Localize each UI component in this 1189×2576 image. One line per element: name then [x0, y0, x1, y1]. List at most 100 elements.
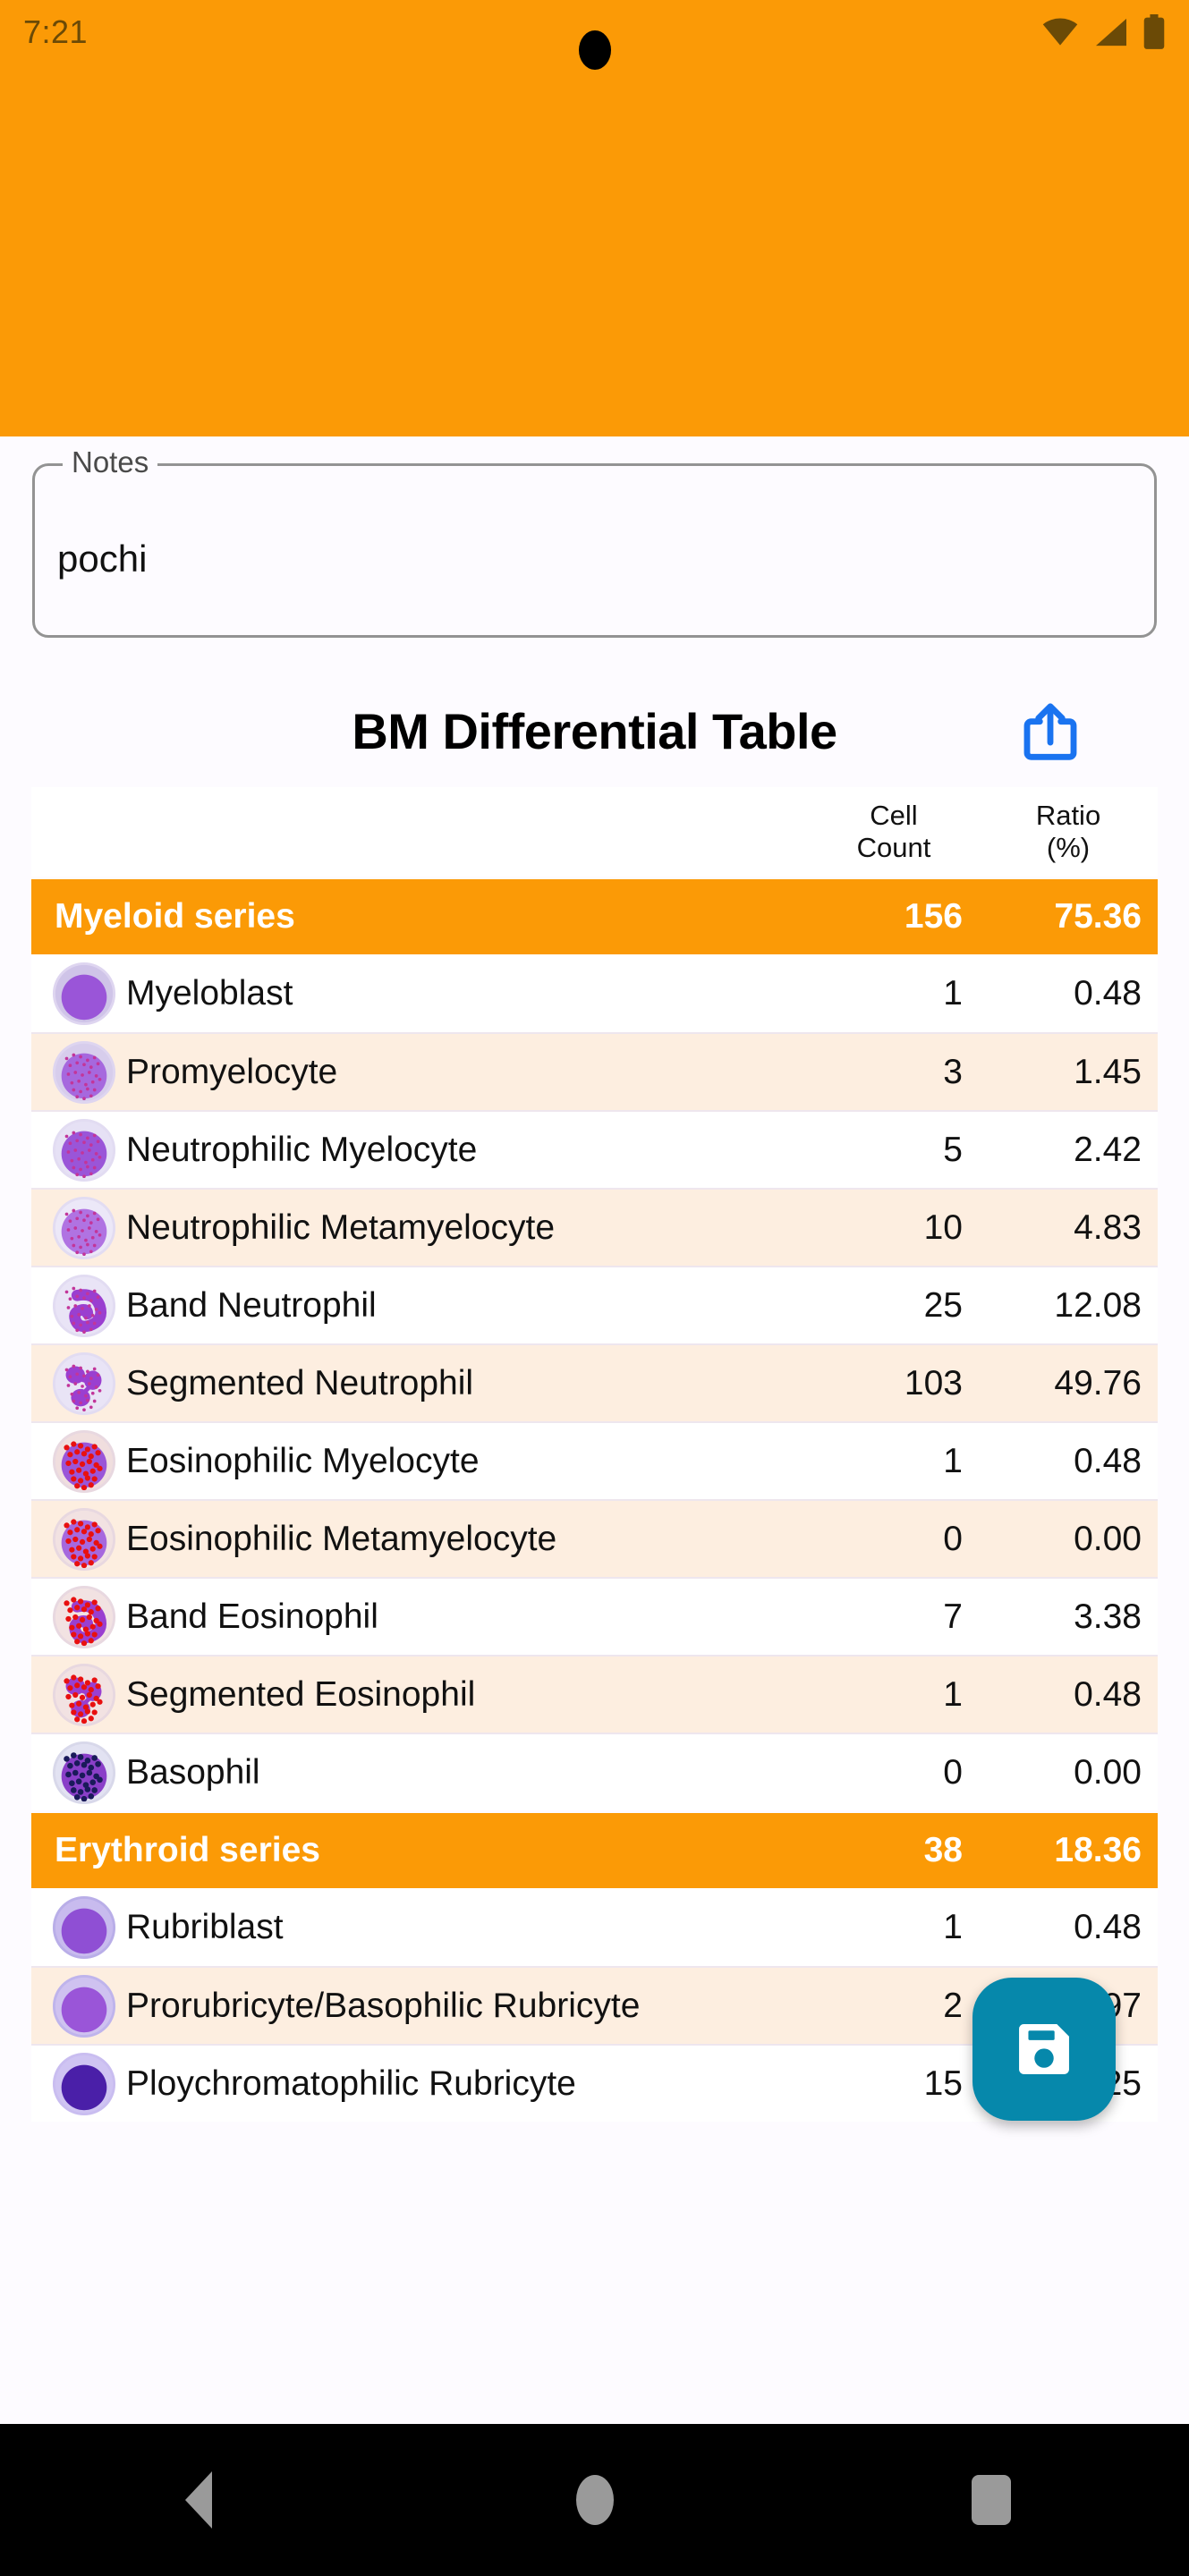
cell-myeloblast-icon — [51, 961, 117, 1027]
cell-name: Neutrophilic Myelocyte — [126, 1130, 478, 1169]
cell-count: 5 — [943, 1130, 963, 1169]
table-row[interactable]: Promyelocyte 3 1.45 — [31, 1032, 1158, 1110]
cell-count: 10 — [923, 1208, 963, 1247]
cell-name: Rubriblast — [126, 1907, 284, 1946]
cell-band-eosinophil-icon — [51, 1584, 117, 1650]
cell-count: 7 — [943, 1597, 963, 1636]
camera-punch-hole — [579, 30, 611, 70]
wifi-icon — [1042, 18, 1078, 46]
cell-segmented-neutrophil-icon — [51, 1351, 117, 1417]
group-ratio: 18.36 — [1054, 1831, 1142, 1869]
table-header-cell-count: Cell Count — [809, 800, 979, 864]
cell-ratio: 0.48 — [1074, 973, 1142, 1013]
cell-ratio: 2.42 — [1074, 1130, 1142, 1169]
group-cell-count: 156 — [904, 897, 963, 936]
cell-neutrophilic-myelocyte-icon — [51, 1117, 117, 1183]
group-cell-count: 38 — [923, 1831, 963, 1869]
header-count-line1: Cell — [870, 800, 918, 831]
table-header-ratio: Ratio (%) — [979, 800, 1158, 864]
table-row[interactable]: Segmented Neutrophil 103 49.76 — [31, 1343, 1158, 1421]
cell-count: 3 — [943, 1052, 963, 1091]
table-row[interactable]: Rubriblast 1 0.48 — [31, 1888, 1158, 1966]
table-row[interactable]: Band Eosinophil 7 3.38 — [31, 1577, 1158, 1655]
cell-name: Prorubricyte/Basophilic Rubricyte — [126, 1986, 641, 2025]
cell-count: 1 — [943, 1674, 963, 1714]
differential-table: Cell Count Ratio (%) Myeloid series 156 … — [31, 787, 1158, 2122]
share-upload-icon[interactable] — [1012, 694, 1089, 771]
cell-count: 15 — [923, 2063, 963, 2103]
cell-count: 1 — [943, 1441, 963, 1480]
table-title-row: BM Differential Table — [0, 680, 1189, 783]
table-row[interactable]: Myeloblast 1 0.48 — [31, 954, 1158, 1032]
cell-ratio: 49.76 — [1054, 1363, 1142, 1402]
table-header-row: Cell Count Ratio (%) — [31, 787, 1158, 877]
group-ratio: 75.36 — [1054, 897, 1142, 936]
table-row[interactable]: Basophil 0 0.00 — [31, 1733, 1158, 1810]
cell-ratio: 0.48 — [1074, 1674, 1142, 1714]
cellular-signal-icon — [1096, 18, 1126, 47]
group-name: Myeloid series — [55, 897, 295, 936]
cell-ratio: 0.00 — [1074, 1519, 1142, 1558]
back-triangle-icon — [184, 2471, 212, 2529]
cell-name: Segmented Neutrophil — [126, 1363, 474, 1402]
table-group-row: Myeloid series 156 75.36 — [31, 879, 1158, 954]
cell-name: Band Eosinophil — [126, 1597, 378, 1636]
table-row[interactable]: Band Neutrophil 25 12.08 — [31, 1266, 1158, 1343]
cell-name: Neutrophilic Metamyelocyte — [126, 1208, 556, 1247]
table-row[interactable]: Neutrophilic Metamyelocyte 10 4.83 — [31, 1188, 1158, 1266]
notes-label: Notes — [63, 445, 158, 480]
differential-table-scroll[interactable]: Cell Count Ratio (%) Myeloid series 156 … — [0, 787, 1189, 2576]
cell-segmented-eosinophil-icon — [51, 1662, 117, 1728]
cell-name: Promyelocyte — [126, 1052, 338, 1091]
header-ratio-line2: (%) — [1046, 832, 1091, 863]
cell-ratio: 0.48 — [1074, 1441, 1142, 1480]
cell-count: 103 — [904, 1363, 963, 1402]
cell-ratio: 1.45 — [1074, 1052, 1142, 1091]
cell-count: 2 — [943, 1986, 963, 2025]
cell-count: 1 — [943, 1907, 963, 1946]
cell-name: Band Neutrophil — [126, 1285, 377, 1325]
cell-name: Segmented Eosinophil — [126, 1674, 476, 1714]
save-floppy-icon — [1019, 2024, 1069, 2074]
header-count-line2: Count — [856, 832, 931, 863]
notes-input[interactable]: pochi — [57, 540, 147, 578]
cell-neutrophilic-metamyelocyte-icon — [51, 1195, 117, 1261]
nav-recents-button[interactable] — [911, 2424, 1072, 2576]
table-title: BM Differential Table — [352, 703, 837, 759]
cell-band-neutrophil-icon — [51, 1273, 117, 1339]
cell-name: Eosinophilic Myelocyte — [126, 1441, 480, 1480]
cell-count: 25 — [923, 1285, 963, 1325]
status-icons — [1040, 14, 1166, 50]
cell-name: Basophil — [126, 1752, 260, 1792]
android-nav-bar — [0, 2424, 1189, 2576]
cell-ratio: 0.48 — [1074, 1907, 1142, 1946]
cell-polychromatophilic-rubricyte-icon — [51, 2051, 117, 2117]
group-name: Erythroid series — [55, 1831, 320, 1869]
header-ratio-line1: Ratio — [1035, 800, 1101, 831]
notes-field[interactable]: Notes pochi — [32, 445, 1157, 638]
cell-count: 0 — [943, 1519, 963, 1558]
table-group-row: Erythroid series 38 18.36 — [31, 1813, 1158, 1888]
battery-icon — [1143, 14, 1165, 49]
results-content: Notes pochi BM Differential Table Cell C… — [0, 436, 1189, 2576]
cell-name: Ploychromatophilic Rubricyte — [126, 2063, 576, 2103]
table-row[interactable]: Segmented Eosinophil 1 0.48 — [31, 1655, 1158, 1733]
cell-basophil-icon — [51, 1740, 117, 1806]
cell-ratio: 3.38 — [1074, 1597, 1142, 1636]
cell-eosinophilic-metamyelocyte-icon — [51, 1506, 117, 1572]
cell-ratio: 0.00 — [1074, 1752, 1142, 1792]
table-row[interactable]: Eosinophilic Metamyelocyte 0 0.00 — [31, 1499, 1158, 1577]
nav-home-button[interactable] — [514, 2424, 675, 2576]
notes-outline — [32, 463, 1157, 638]
cell-eosinophilic-myelocyte-icon — [51, 1428, 117, 1495]
table-row[interactable]: Neutrophilic Myelocyte 5 2.42 — [31, 1110, 1158, 1188]
cell-count: 1 — [943, 973, 963, 1013]
cell-count: 0 — [943, 1752, 963, 1792]
cell-promyelocyte-icon — [51, 1039, 117, 1106]
cell-name: Myeloblast — [126, 973, 293, 1013]
cell-ratio: 4.83 — [1074, 1208, 1142, 1247]
table-row[interactable]: Eosinophilic Myelocyte 1 0.48 — [31, 1421, 1158, 1499]
save-button[interactable] — [972, 1978, 1116, 2121]
status-clock: 7:21 — [23, 13, 89, 50]
nav-back-button[interactable] — [118, 2424, 279, 2576]
